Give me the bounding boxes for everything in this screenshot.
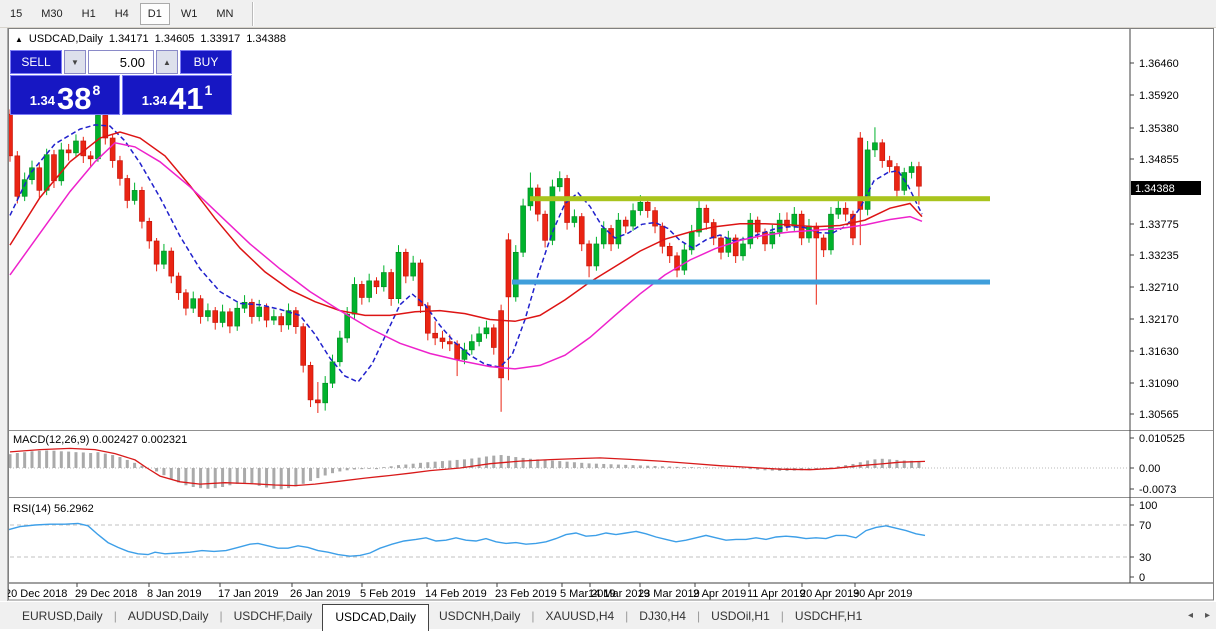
svg-text:1.30565: 1.30565	[1139, 409, 1179, 421]
tab-dj30-h4[interactable]: DJ30,H4	[629, 605, 696, 627]
svg-text:0.00: 0.00	[1139, 463, 1160, 475]
toolbar-separator	[252, 2, 253, 26]
tab-usdcad-daily[interactable]: USDCAD,Daily	[322, 604, 429, 631]
svg-text:1.35920: 1.35920	[1139, 90, 1179, 102]
timeframe-h4[interactable]: H4	[107, 3, 137, 25]
sell-price-point: 8	[93, 82, 101, 98]
timeframe-mn[interactable]: MN	[208, 3, 241, 25]
one-click-trade-panel: SELL ▼ 5.00 ▲ BUY 1.34 38 8 1.34 41 1	[10, 50, 232, 115]
svg-text:5 Feb 2019: 5 Feb 2019	[360, 588, 416, 600]
tab-usdoil-h1[interactable]: USDOil,H1	[701, 605, 780, 627]
timeframe-15[interactable]: 15	[2, 3, 30, 25]
buy-price-pips: 41	[169, 86, 203, 112]
volume-input[interactable]: 5.00	[88, 50, 154, 74]
chevron-up-icon: ▲	[163, 58, 171, 67]
svg-text:1.32170: 1.32170	[1139, 314, 1179, 326]
sell-price-bigfigure: 1.34	[30, 93, 55, 108]
svg-text:70: 70	[1139, 520, 1151, 532]
scroll-left-icon[interactable]: ◂	[1188, 610, 1193, 621]
svg-text:100: 100	[1139, 500, 1157, 512]
svg-text:23 Feb 2019: 23 Feb 2019	[495, 588, 557, 600]
pane-separator	[8, 430, 1214, 431]
symbol-tabbar: EURUSD,Daily|AUDUSD,Daily|USDCHF,DailyUS…	[0, 601, 1216, 629]
svg-text:20 Dec 2018: 20 Dec 2018	[5, 588, 67, 600]
svg-text:1.33235: 1.33235	[1139, 250, 1179, 262]
buy-button[interactable]: BUY	[180, 50, 232, 74]
ohlc-close: 1.34388	[246, 33, 286, 45]
tab-separator: |	[531, 609, 534, 623]
tab-xauusd-h4[interactable]: XAUUSD,H4	[535, 605, 624, 627]
svg-text:1.31090: 1.31090	[1139, 378, 1179, 390]
timeframe-d1[interactable]: D1	[140, 3, 170, 25]
rsi-label: RSI(14) 56.2962	[13, 503, 94, 515]
buy-price-bigfigure: 1.34	[142, 93, 167, 108]
svg-text:8 Jan 2019: 8 Jan 2019	[147, 588, 201, 600]
tab-separator: |	[114, 609, 117, 623]
svg-text:1.33775: 1.33775	[1139, 219, 1179, 231]
svg-text:17 Jan 2019: 17 Jan 2019	[218, 588, 279, 600]
svg-text:30: 30	[1139, 552, 1151, 564]
svg-text:1.34388: 1.34388	[1135, 183, 1175, 195]
tab-eurusd-daily[interactable]: EURUSD,Daily	[12, 605, 113, 627]
sell-price-pips: 38	[57, 86, 91, 112]
collapse-icon[interactable]: ▲	[15, 35, 23, 44]
tab-usdcnh-daily[interactable]: USDCNH,Daily	[429, 605, 530, 627]
svg-text:20 Apr 2019: 20 Apr 2019	[800, 588, 859, 600]
svg-text:1.35380: 1.35380	[1139, 123, 1179, 135]
macd-label: MACD(12,26,9) 0.002427 0.002321	[13, 434, 187, 446]
tab-scroll-arrows: ◂▸	[1176, 610, 1210, 621]
svg-text:11 Apr 2019: 11 Apr 2019	[747, 588, 806, 600]
sell-price[interactable]: 1.34 38 8	[10, 75, 120, 115]
svg-text:30 Apr 2019: 30 Apr 2019	[853, 588, 912, 600]
timeframe-toolbar: 15M30H1H4D1W1MN	[0, 0, 1216, 28]
tab-usdchf-h1[interactable]: USDCHF,H1	[785, 605, 872, 627]
volume-down-button[interactable]: ▼	[64, 50, 86, 74]
svg-text:23 Mar 2019: 23 Mar 2019	[638, 588, 700, 600]
chevron-down-icon: ▼	[71, 58, 79, 67]
svg-text:29 Dec 2018: 29 Dec 2018	[75, 588, 137, 600]
tab-separator: |	[781, 609, 784, 623]
chart-title: ▲ USDCAD,Daily 1.34171 1.34605 1.33917 1…	[15, 33, 286, 45]
svg-text:-0.0073: -0.0073	[1139, 484, 1176, 496]
volume-up-button[interactable]: ▲	[156, 50, 178, 74]
pane-separator	[8, 431, 1214, 432]
support-line	[512, 280, 990, 285]
svg-text:1.34855: 1.34855	[1139, 154, 1179, 166]
timeframe-w1[interactable]: W1	[173, 3, 206, 25]
ohlc-open: 1.34171	[109, 33, 149, 45]
buy-price-point: 1	[205, 82, 213, 98]
ohlc-high: 1.34605	[155, 33, 195, 45]
svg-text:0.010525: 0.010525	[1139, 433, 1185, 445]
timeframe-h1[interactable]: H1	[74, 3, 104, 25]
tab-usdchf-daily[interactable]: USDCHF,Daily	[224, 605, 323, 627]
svg-text:1.31630: 1.31630	[1139, 346, 1179, 358]
left-strip	[0, 28, 8, 601]
tab-separator: |	[220, 609, 223, 623]
svg-text:2 Apr 2019: 2 Apr 2019	[693, 588, 746, 600]
svg-text:0: 0	[1139, 572, 1145, 584]
scroll-right-icon[interactable]: ▸	[1205, 610, 1210, 621]
sell-button[interactable]: SELL	[10, 50, 62, 74]
symbol-label: USDCAD,Daily	[29, 33, 103, 45]
tab-separator: |	[625, 609, 628, 623]
svg-text:14 Feb 2019: 14 Feb 2019	[425, 588, 487, 600]
tab-separator: |	[697, 609, 700, 623]
ohlc-low: 1.33917	[200, 33, 240, 45]
svg-text:26 Jan 2019: 26 Jan 2019	[290, 588, 351, 600]
pane-separator	[8, 498, 1214, 499]
pane-separator	[8, 497, 1214, 498]
timeframe-m30[interactable]: M30	[33, 3, 70, 25]
svg-text:1.32710: 1.32710	[1139, 282, 1179, 294]
current-price-tag: 1.34388	[1131, 181, 1201, 195]
resistance-line	[530, 196, 990, 201]
tab-audusd-daily[interactable]: AUDUSD,Daily	[118, 605, 219, 627]
svg-text:1.36460: 1.36460	[1139, 58, 1179, 70]
buy-price[interactable]: 1.34 41 1	[122, 75, 232, 115]
